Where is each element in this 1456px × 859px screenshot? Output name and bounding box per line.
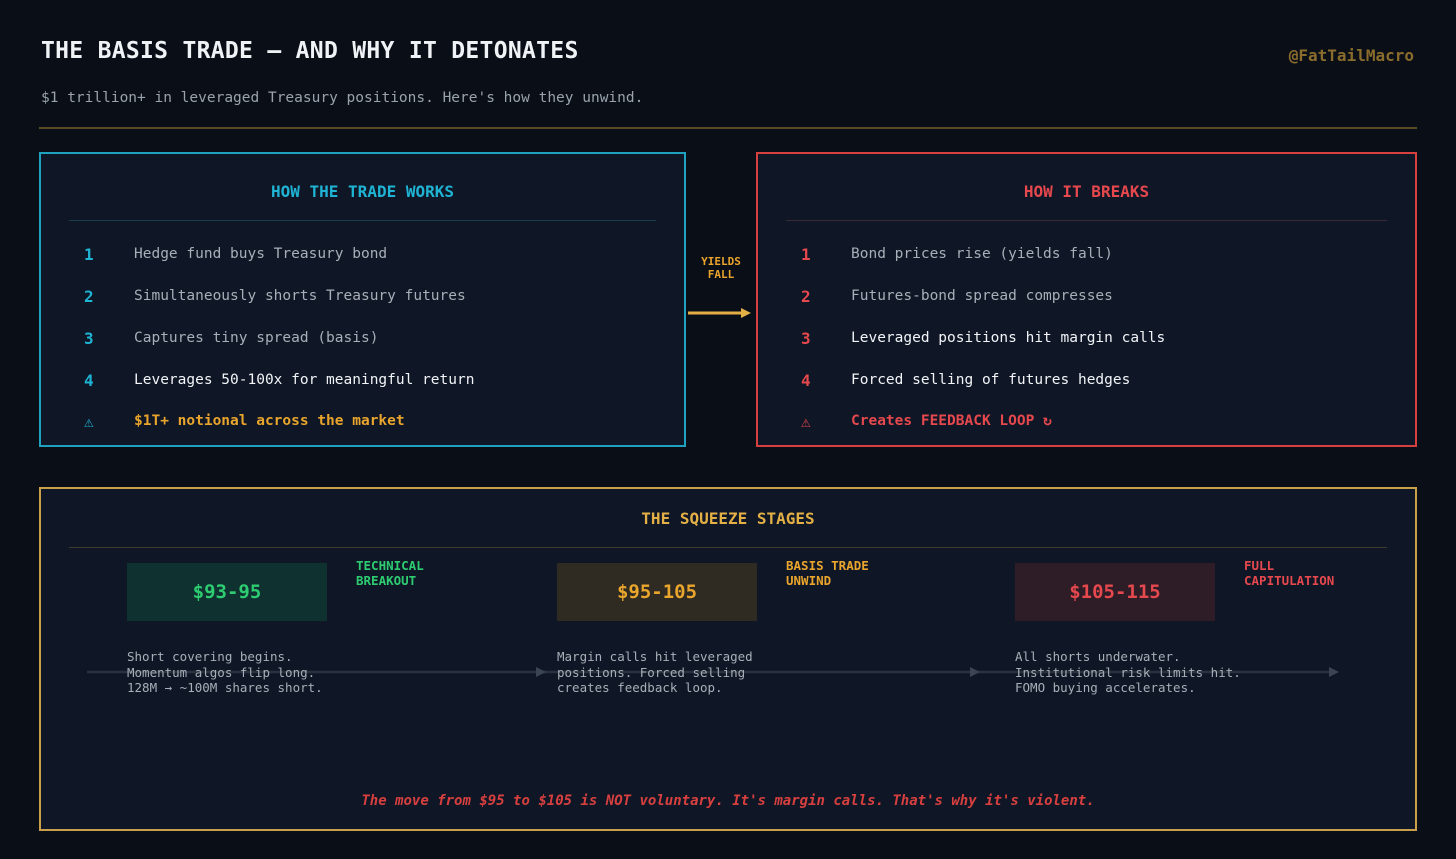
step-item: 2 Futures-bond spread compresses [758,287,1415,311]
step-text: Captures tiny spread (basis) [134,330,379,346]
how-trade-works-panel: HOW THE TRADE WORKS 1 Hedge fund buys Tr… [39,152,686,447]
step-text: Leverages 50-100x for meaningful return [134,372,475,388]
step-item: 1 Bond prices rise (yields fall) [758,245,1415,269]
stage-price-box: $93-95 [127,563,327,621]
warning-text: $1T+ notional across the market [134,413,405,429]
author-handle: @FatTailMacro [1288,46,1414,65]
squeeze-stages-panel: THE SQUEEZE STAGES $93-95 TECHNICAL BREA… [39,487,1417,831]
warning-icon: ⚠ [801,412,811,431]
stage-desc-line: All shorts underwater. [1015,649,1181,664]
stage-label-line: UNWIND [786,573,832,588]
header-divider [39,127,1417,129]
step-item: 4 Forced selling of futures hedges [758,371,1415,395]
stage-description: Short covering begins. Momentum algos fl… [127,649,323,696]
timeline-arrow-3 [1329,667,1339,677]
step-text: Hedge fund buys Treasury bond [134,246,388,262]
stage-desc-line: creates feedback loop. [557,680,723,695]
stage-desc-line: 128M → ~100M shares short. [127,680,323,695]
step-number: 1 [84,245,94,264]
step-number: 3 [801,329,811,348]
stage-label-line: CAPITULATION [1244,573,1335,588]
step-text: Futures-bond spread compresses [851,288,1113,304]
step-text: Bond prices rise (yields fall) [851,246,1113,262]
page-subtitle: $1 trillion+ in leveraged Treasury posit… [41,90,644,106]
step-item: 3 Leveraged positions hit margin calls [758,329,1415,353]
yields-label-line1: YIELDS [701,255,741,268]
stage-label: FULL CAPITULATION [1244,558,1334,588]
stage-desc-line: Short covering begins. [127,649,293,664]
timeline-arrow-1 [536,667,546,677]
how-it-breaks-panel: HOW IT BREAKS 1 Bond prices rise (yields… [756,152,1417,447]
stage-label-line: BREAKOUT [356,573,417,588]
stage-desc-line: Momentum algos flip long. [127,664,316,680]
stage-label: BASIS TRADE UNWIND [786,558,869,588]
panel-title: HOW THE TRADE WORKS [270,182,455,201]
stage-desc-line: Institutional risk limits hit. [1015,664,1241,680]
step-text: Simultaneously shorts Treasury futures [134,288,466,304]
step-text: Leveraged positions hit margin calls [851,330,1166,346]
panel-divider [786,220,1387,221]
stage-desc-line: Margin calls hit leveraged [557,649,753,664]
step-item: 3 Captures tiny spread (basis) [41,329,684,353]
step-number: 2 [801,287,811,306]
stage-price-box: $95-105 [557,563,757,621]
warning-text: Creates FEEDBACK LOOP ↻ [851,413,1052,429]
step-number: 1 [801,245,811,264]
panel-title: HOW IT BREAKS [1023,182,1150,201]
page-title: THE BASIS TRADE — AND WHY IT DETONATES [41,38,579,64]
stage-description: All shorts underwater. Institutional ris… [1015,649,1241,696]
step-text: Forced selling of futures hedges [851,372,1131,388]
yields-fall-arrow [688,308,751,318]
step-number: 3 [84,329,94,348]
step-item: 1 Hedge fund buys Treasury bond [41,245,684,269]
yields-fall-label: YIELDS FALL [690,255,752,281]
warning-item: ⚠ $1T+ notional across the market [41,412,684,436]
yields-label-line2: FALL [707,268,735,281]
step-number: 4 [84,371,94,390]
timeline-arrow-2 [970,667,980,677]
panel-divider [69,220,656,221]
stage-label-line: TECHNICAL [356,558,424,573]
stage-label-line: BASIS TRADE [786,558,869,573]
stage-desc-line: positions. Forced selling [557,664,746,680]
warning-item: ⚠ Creates FEEDBACK LOOP ↻ [758,412,1415,436]
step-item: 2 Simultaneously shorts Treasury futures [41,287,684,311]
stage-price-box: $105-115 [1015,563,1215,621]
stage-label: TECHNICAL BREAKOUT [356,558,424,588]
squeeze-footnote: The move from $95 to $105 is NOT volunta… [361,793,1095,809]
step-number: 2 [84,287,94,306]
warning-icon: ⚠ [84,412,94,431]
stage-description: Margin calls hit leveraged positions. Fo… [557,649,753,696]
stage-desc-line: FOMO buying accelerates. [1015,680,1196,695]
step-number: 4 [801,371,811,390]
step-item: 4 Leverages 50-100x for meaningful retur… [41,371,684,395]
stage-label-line: FULL [1244,558,1275,573]
